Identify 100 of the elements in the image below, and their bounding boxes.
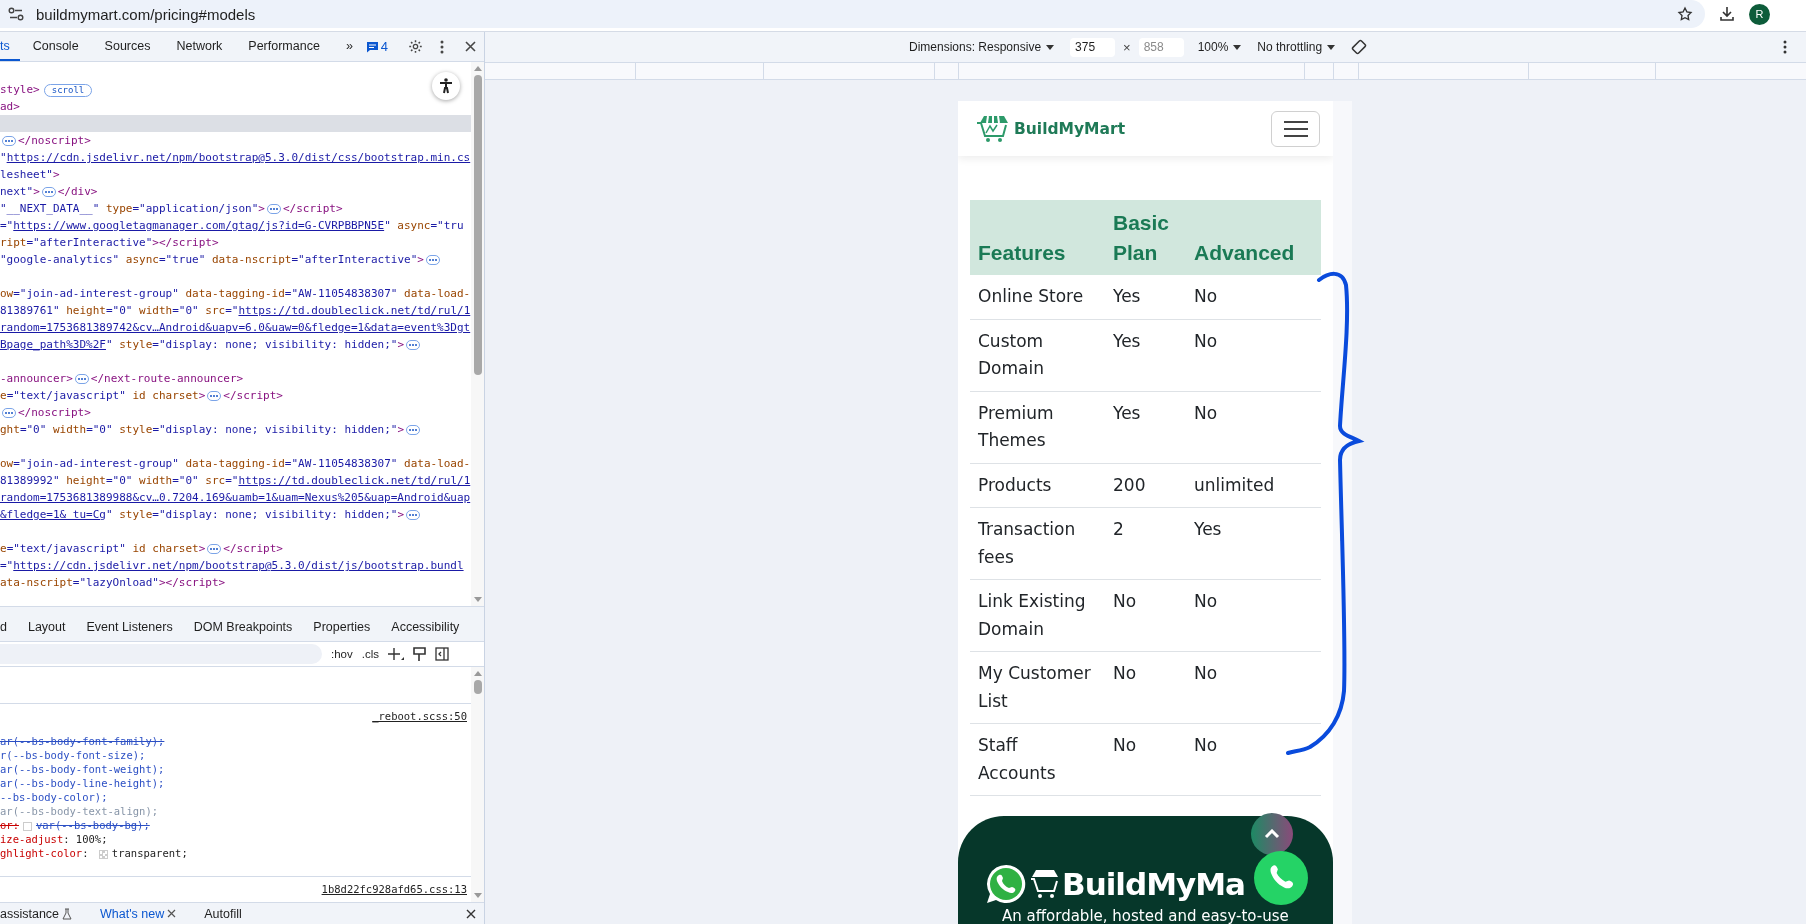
code-line[interactable]: "google-analytics" async="true" data-nscript="afterInteractive"> <box>0 251 471 285</box>
close-icon[interactable] <box>466 908 476 919</box>
attribute-name: ow <box>0 457 14 470</box>
style-toggle[interactable]: :hov <box>331 648 353 660</box>
expand-button[interactable] <box>406 510 420 520</box>
url-link[interactable]: https://td.doubleclick.net/td/rul/1 <box>238 304 471 317</box>
url-link[interactable]: https://td.doubleclick.net/td/rul/1 <box>238 474 471 487</box>
sidebar-toggle-icon[interactable] <box>435 647 449 661</box>
more-tabs-button[interactable]: » <box>332 32 366 61</box>
source-link[interactable]: _reboot.scss:50 <box>372 710 467 722</box>
code-line[interactable]: ow="join-ad-interest-group" data-tagging-id="AW-11054838307" data-load- <box>0 455 471 472</box>
code-line[interactable]: ght="0" width="0" style="display: none; visibility: hidden;"> <box>0 421 471 455</box>
table-cell: Yes <box>1105 391 1186 463</box>
scroll-down-icon[interactable] <box>473 597 482 603</box>
code-line[interactable]: </noscript> <box>0 404 471 421</box>
code-line[interactable]: "__NEXT_DATA__" type="application/json"> </script> <box>0 200 471 217</box>
url-link[interactable]: https://www.googletagmanager.com/gtag/js?id=G-CVRPBBPN5E <box>13 219 385 232</box>
scrollbar[interactable] <box>471 667 484 902</box>
plus-icon[interactable] <box>388 647 404 661</box>
code-line[interactable]: ad> <box>0 98 471 115</box>
code-line[interactable]: e="text/javascript" id charset> </script> <box>0 540 471 557</box>
scrollbar-thumb[interactable] <box>473 680 482 694</box>
settings-icon[interactable] <box>407 39 423 54</box>
menu-toggle-button[interactable] <box>1271 110 1320 147</box>
height-field[interactable]: 858 <box>1138 37 1184 57</box>
zoom-dropdown[interactable]: 100% <box>1197 40 1242 54</box>
paint-roller-icon[interactable] <box>413 646 426 662</box>
table-cell: Yes <box>1186 507 1321 580</box>
source-link[interactable]: 1b8d22fc928afd65.css:13 <box>321 883 467 895</box>
drawer-tab[interactable]: What's new <box>100 906 165 921</box>
code-line[interactable]: "https://cdn.jsdelivr.net/npm/bootstrap@5.3.0/dist/css/bootstrap.min.cs <box>0 149 471 166</box>
drawer-tab[interactable]: assistance <box>0 906 60 921</box>
sidebar-tab[interactable]: Accessibility <box>391 619 460 634</box>
accessibility-button[interactable] <box>432 72 460 100</box>
drawer-tab[interactable]: Autofill <box>204 906 242 921</box>
code-line[interactable]: -announcer> </next-route-announcer> <box>0 370 471 387</box>
issues-button[interactable]: 4 <box>365 32 389 61</box>
scroll-up-icon[interactable] <box>473 65 482 71</box>
scroll-down-icon[interactable] <box>473 893 482 899</box>
url-link[interactable]: random=1753681389988&cv…0.7204.169&uamb=1&uam=Nexus%205&uap=Android&uap <box>0 491 471 504</box>
table-cell: No <box>1105 579 1186 652</box>
attribute-value: next" <box>0 185 34 198</box>
kebab-menu-icon[interactable] <box>1783 40 1787 54</box>
code-line[interactable]: next"> </div> <box>0 183 471 200</box>
devtools-tab[interactable]: Network <box>163 32 236 61</box>
code-line[interactable]: ow="join-ad-interest-group" data-tagging-id="AW-11054838307" data-load- <box>0 285 471 302</box>
expand-button[interactable] <box>2 136 16 146</box>
column-header: Features <box>970 200 1105 275</box>
profile-avatar[interactable]: R <box>1749 3 1770 25</box>
code-line[interactable]: &fledge=1& tu=Cg" style="display: none; visibility: hidden;"> <box>0 506 471 540</box>
code-line[interactable]: ="https://cdn.jsdelivr.net/npm/bootstrap@5.3.0/dist/js/bootstrap.bundl <box>0 557 471 574</box>
code-line[interactable]: ript="afterInteractive"></script> <box>0 234 471 251</box>
style-toggle[interactable]: .cls <box>361 648 379 660</box>
code-line[interactable]: lesheet"> <box>0 166 471 183</box>
sidebar-tab[interactable]: Properties <box>313 619 371 634</box>
code-line[interactable]: style> scroll <box>0 81 471 98</box>
url-link[interactable]: Bpage_path%3D%2F <box>0 338 106 351</box>
devtools-tab[interactable]: Console <box>19 32 92 61</box>
attribute-value: ="text/javascript" <box>6 542 126 555</box>
url-link[interactable]: https://cdn.jsdelivr.net/npm/bootstrap@5.3.0/dist/css/bootstrap.min.cs <box>6 151 471 164</box>
code-line[interactable]: ="https://www.googletagmanager.com/gtag/js?id=G-CVRPBBPN5E" async="tru <box>0 217 471 234</box>
code-line[interactable]: 81389992" height="0" width="0" src="https://td.doubleclick.net/td/rul/1 <box>0 472 471 489</box>
code-line[interactable]: </noscript> <box>0 132 471 149</box>
scroll-up-icon[interactable] <box>473 670 482 676</box>
chat-phone-icon[interactable] <box>984 862 1028 906</box>
tune-icon[interactable] <box>8 7 24 21</box>
color-swatch[interactable] <box>98 849 108 859</box>
code-line[interactable]: 81389761" height="0" width="0" src="https://td.doubleclick.net/td/rul/1 <box>0 302 471 319</box>
code-line[interactable]: ata-nscript="lazyOnload"></script> <box>0 574 471 591</box>
sidebar-tab[interactable]: Layout <box>27 619 66 634</box>
sidebar-tab[interactable]: d <box>0 619 7 634</box>
star-icon[interactable] <box>1677 6 1693 22</box>
dimensions-dropdown[interactable]: Dimensions: Responsive <box>909 40 1055 54</box>
scrollbar-thumb[interactable] <box>473 75 482 375</box>
address-bar[interactable]: buildmymart.com/pricing#models <box>0 0 1705 28</box>
throttling-dropdown[interactable]: No throttling <box>1257 40 1336 54</box>
rotate-icon[interactable] <box>1351 39 1368 55</box>
url-link[interactable]: random=1753681389742&cv…Android&uapv=6.0&uaw=0&fledge=1&data=event%3Dgt <box>0 321 471 334</box>
url-link[interactable]: &fledge=1& tu=Cg <box>0 508 106 521</box>
color-swatch[interactable] <box>22 821 32 831</box>
devtools-tab[interactable]: Performance <box>235 32 333 61</box>
html-tag: > <box>397 508 404 521</box>
shopping-cart-logo-icon <box>976 113 1010 144</box>
attribute-name: height <box>65 304 106 317</box>
expand-button[interactable] <box>2 408 16 418</box>
close-icon[interactable] <box>464 41 476 52</box>
scrollbar[interactable] <box>471 62 484 606</box>
attribute-name: width <box>52 423 87 436</box>
kebab-menu-icon[interactable] <box>440 39 445 54</box>
sidebar-tab[interactable]: Event Listeners <box>86 619 173 634</box>
url-link[interactable]: https://cdn.jsdelivr.net/npm/bootstrap@5.3.0/dist/js/bootstrap.bundl <box>13 559 464 572</box>
download-icon[interactable] <box>1719 6 1735 22</box>
code-line[interactable]: Bpage_path%3D%2F" style="display: none; visibility: hidden;"> <box>0 336 471 370</box>
close-icon[interactable] <box>167 909 177 918</box>
width-field[interactable]: 375 <box>1070 37 1116 57</box>
expand-button[interactable] <box>406 340 420 350</box>
devtools-tab[interactable]: Sources <box>91 32 164 61</box>
devtools-tab[interactable]: ts <box>0 32 20 61</box>
code-line[interactable]: e="text/javascript" id charset> </script> <box>0 387 471 404</box>
sidebar-tab[interactable]: DOM Breakpoints <box>193 619 293 634</box>
